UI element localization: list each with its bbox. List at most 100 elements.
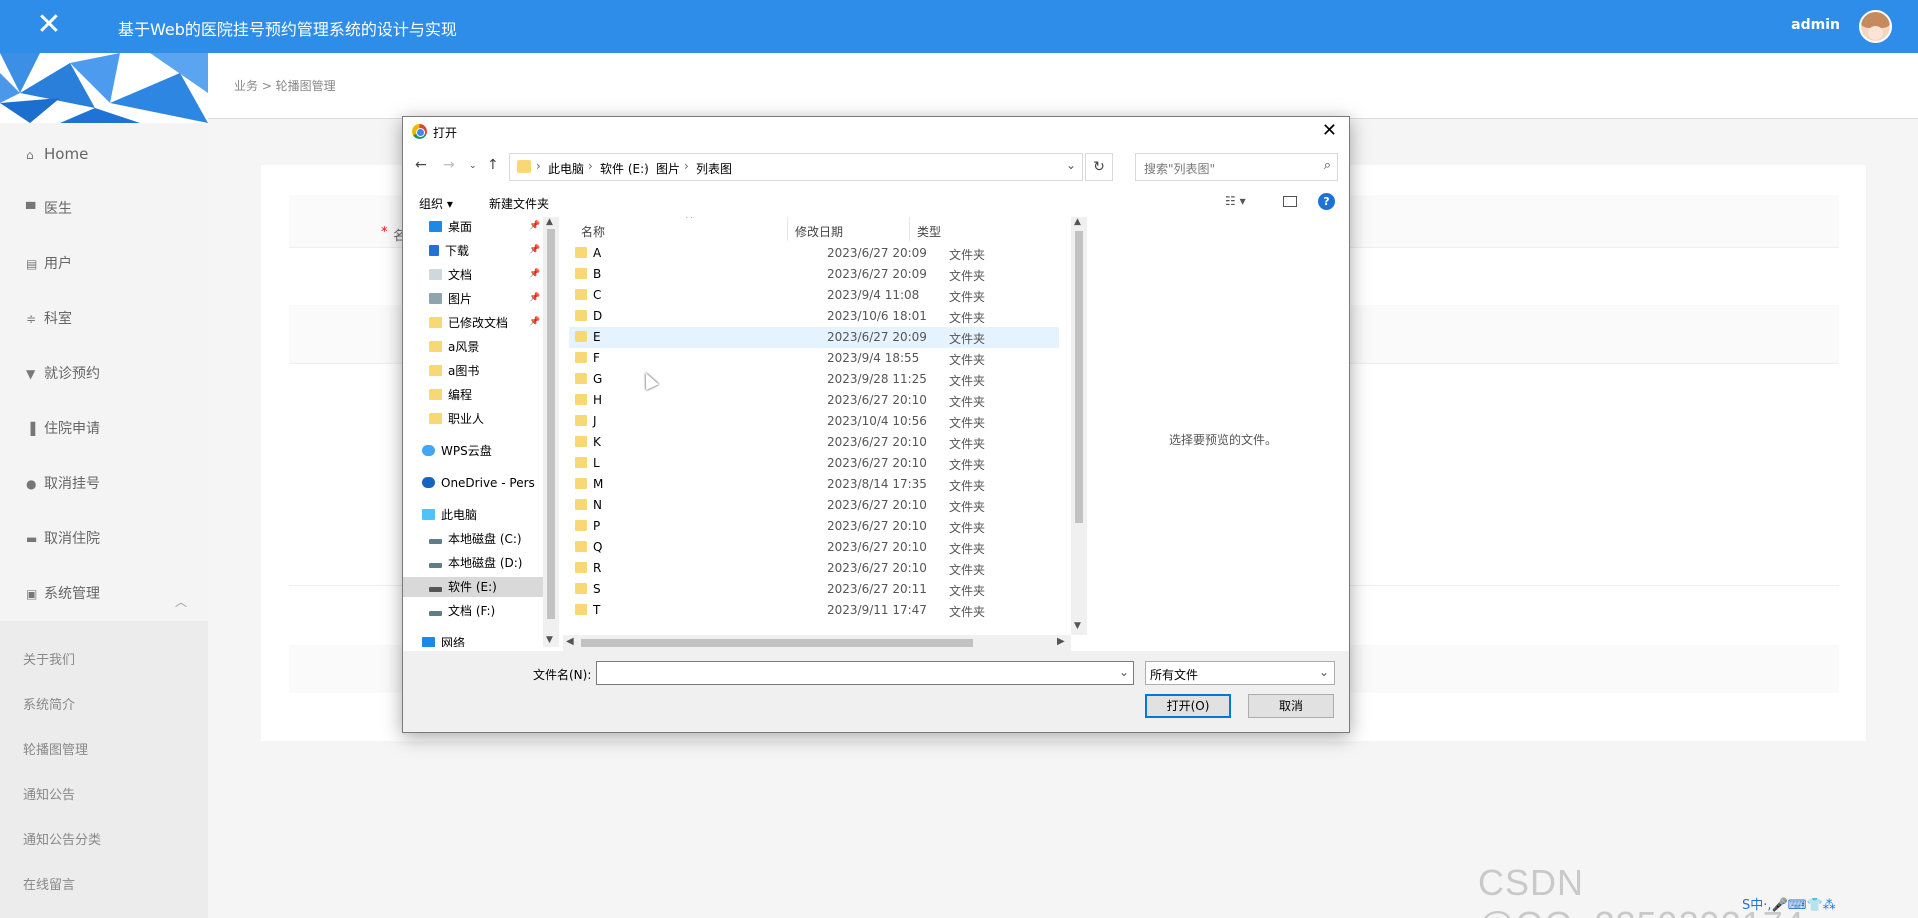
submenu-item-carousel[interactable]: 轮播图管理 bbox=[23, 739, 88, 758]
search-input[interactable]: 搜索"列表图" ⌕ bbox=[1135, 153, 1338, 181]
submenu-item-intro[interactable]: 系统简介 bbox=[23, 694, 75, 713]
path-segment[interactable]: 列表图 bbox=[696, 160, 732, 177]
tree-item-drive-c[interactable]: 本地磁盘 (C:) bbox=[429, 529, 522, 549]
file-row[interactable]: B 2023/6/27 20:09 文件夹 bbox=[569, 264, 1059, 285]
tree-item-career[interactable]: 职业人 bbox=[429, 409, 484, 429]
scroll-down-icon[interactable]: ▼ bbox=[1074, 621, 1081, 631]
pin-icon[interactable]: 📌 bbox=[529, 245, 540, 255]
pin-icon[interactable]: 📌 bbox=[529, 317, 540, 327]
path-segment[interactable]: 图片 bbox=[656, 160, 680, 177]
sidebar-item-appointment[interactable]: ▼ 就诊预约 bbox=[26, 364, 100, 384]
scroll-thumb[interactable] bbox=[1075, 231, 1083, 523]
sidebar-item-hospitalization[interactable]: ▐ 住院申请 bbox=[26, 419, 100, 439]
submenu-item-about[interactable]: 关于我们 bbox=[23, 649, 75, 668]
file-row[interactable]: R 2023/6/27 20:10 文件夹 bbox=[569, 558, 1059, 579]
pin-icon[interactable]: 📌 bbox=[529, 293, 540, 303]
new-folder-button[interactable]: 新建文件夹 bbox=[489, 195, 549, 212]
filename-input[interactable]: ⌄ bbox=[596, 661, 1134, 685]
tree-item-downloads[interactable]: 下载 bbox=[429, 241, 469, 261]
close-icon[interactable]: ✕ bbox=[32, 10, 66, 44]
pin-icon[interactable]: 📌 bbox=[529, 221, 540, 231]
sidebar-item-cancel-hospitalization[interactable]: ▬ 取消住院 bbox=[26, 529, 100, 549]
tree-item-network[interactable]: 网络 bbox=[422, 633, 465, 647]
recent-dropdown-icon[interactable]: ⌄ bbox=[469, 161, 477, 171]
file-row[interactable]: N 2023/6/27 20:10 文件夹 bbox=[569, 495, 1059, 516]
file-name: F bbox=[575, 351, 600, 365]
back-arrow-icon[interactable]: ← bbox=[415, 157, 427, 173]
sidebar-item-home[interactable]: ⌂ Home bbox=[26, 144, 88, 164]
refresh-icon[interactable]: ↻ bbox=[1085, 153, 1113, 181]
tree-item-this-pc[interactable]: 此电脑 bbox=[422, 505, 477, 525]
user-name[interactable]: admin bbox=[1791, 17, 1840, 33]
scroll-right-icon[interactable]: ▶ bbox=[1057, 636, 1065, 647]
column-separator[interactable] bbox=[787, 217, 788, 241]
file-row[interactable]: P 2023/6/27 20:10 文件夹 bbox=[569, 516, 1059, 537]
submenu-item-messages[interactable]: 在线留言 bbox=[23, 874, 75, 893]
file-row[interactable]: F 2023/9/4 18:55 文件夹 bbox=[569, 348, 1059, 369]
open-button[interactable]: 打开(O) bbox=[1145, 694, 1231, 718]
scroll-thumb[interactable] bbox=[547, 229, 555, 619]
submenu-item-notice[interactable]: 通知公告 bbox=[23, 784, 75, 803]
column-header-type[interactable]: 类型 bbox=[917, 223, 941, 240]
tree-scrollbar[interactable]: ▲ ▼ bbox=[543, 217, 559, 647]
column-header-date[interactable]: 修改日期 bbox=[795, 223, 843, 240]
file-row[interactable]: L 2023/6/27 20:10 文件夹 bbox=[569, 453, 1059, 474]
tree-item-pictures[interactable]: 图片 bbox=[429, 289, 472, 309]
help-icon[interactable]: ? bbox=[1318, 193, 1335, 210]
organize-button[interactable]: 组织 ▾ bbox=[419, 195, 453, 212]
tree-item-scenery[interactable]: a风景 bbox=[429, 337, 479, 357]
up-arrow-icon[interactable]: ↑ bbox=[487, 157, 499, 173]
cancel-button[interactable]: 取消 bbox=[1248, 694, 1334, 718]
tree-item-drive-e[interactable]: 软件 (E:) bbox=[403, 577, 543, 597]
dialog-close-icon[interactable]: ✕ bbox=[1322, 120, 1337, 141]
file-row[interactable]: A 2023/6/27 20:09 文件夹 bbox=[569, 243, 1059, 264]
sidebar-item-doctor[interactable]: ▀ 医生 bbox=[26, 199, 72, 219]
tree-item-programming[interactable]: 编程 bbox=[429, 385, 472, 405]
file-row[interactable]: S 2023/6/27 20:11 文件夹 bbox=[569, 579, 1059, 600]
submenu-item-notice-category[interactable]: 通知公告分类 bbox=[23, 829, 101, 848]
file-type-select[interactable]: 所有文件 ⌄ bbox=[1145, 661, 1335, 685]
preview-pane-icon[interactable] bbox=[1283, 196, 1297, 207]
file-row[interactable]: J 2023/10/4 10:56 文件夹 bbox=[569, 411, 1059, 432]
scroll-left-icon[interactable]: ◀ bbox=[566, 636, 574, 647]
sidebar-item-department[interactable]: ≑ 科室 bbox=[26, 309, 72, 329]
pin-icon[interactable]: 📌 bbox=[529, 269, 540, 279]
view-options-icon[interactable]: ☷ ▾ bbox=[1225, 194, 1246, 208]
tree-item-desktop[interactable]: 桌面 bbox=[429, 217, 472, 237]
forward-arrow-icon[interactable]: → bbox=[443, 157, 455, 173]
scroll-down-icon[interactable]: ▼ bbox=[546, 635, 553, 645]
chevron-up-icon[interactable]: ︿ bbox=[175, 593, 187, 610]
address-bar[interactable]: › 此电脑 › 软件 (E:) › 图片 › 列表图 ⌄ bbox=[509, 153, 1083, 181]
scroll-up-icon[interactable]: ▲ bbox=[546, 217, 553, 227]
sidebar-item-user[interactable]: ▤ 用户 bbox=[26, 254, 72, 274]
tree-item-onedrive[interactable]: OneDrive - Pers bbox=[422, 473, 535, 493]
file-list-scrollbar[interactable]: ▲ ▼ bbox=[1071, 217, 1087, 635]
scroll-up-icon[interactable]: ▲ bbox=[1074, 217, 1081, 227]
sidebar-item-cancel-registration[interactable]: ● 取消挂号 bbox=[26, 474, 100, 494]
tree-item-drive-d[interactable]: 本地磁盘 (D:) bbox=[429, 553, 522, 573]
file-row[interactable]: D 2023/10/6 18:01 文件夹 bbox=[569, 306, 1059, 327]
file-row[interactable]: K 2023/6/27 20:10 文件夹 bbox=[569, 432, 1059, 453]
column-header-name[interactable]: 名称 bbox=[581, 223, 605, 240]
file-row[interactable]: C 2023/9/4 11:08 文件夹 bbox=[569, 285, 1059, 306]
file-row[interactable]: Q 2023/6/27 20:10 文件夹 bbox=[569, 537, 1059, 558]
tree-item-documents[interactable]: 文档 bbox=[429, 265, 472, 285]
chevron-down-icon[interactable]: ⌄ bbox=[1119, 665, 1129, 679]
avatar[interactable] bbox=[1859, 10, 1892, 43]
tree-item-modified-docs[interactable]: 已修改文档 bbox=[429, 313, 508, 333]
scroll-thumb[interactable] bbox=[581, 639, 973, 647]
sidebar-item-system[interactable]: ▣ 系统管理 bbox=[26, 584, 100, 604]
file-row[interactable]: H 2023/6/27 20:10 文件夹 bbox=[569, 390, 1059, 411]
tree-item-books[interactable]: a图书 bbox=[429, 361, 479, 381]
path-segment[interactable]: 此电脑 bbox=[548, 160, 584, 177]
chevron-down-icon[interactable]: ⌄ bbox=[1066, 158, 1076, 172]
file-row[interactable]: E 2023/6/27 20:09 文件夹 bbox=[569, 327, 1059, 348]
file-row[interactable]: T 2023/9/11 17:47 文件夹 bbox=[569, 600, 1059, 621]
tree-item-wps-cloud[interactable]: WPS云盘 bbox=[422, 441, 492, 461]
column-separator[interactable] bbox=[909, 217, 910, 241]
file-list-hscrollbar[interactable]: ◀ ▶ bbox=[563, 635, 1071, 651]
tree-item-drive-f[interactable]: 文档 (F:) bbox=[429, 601, 495, 621]
file-row[interactable]: M 2023/8/14 17:35 文件夹 bbox=[569, 474, 1059, 495]
path-segment[interactable]: 软件 (E:) bbox=[600, 160, 649, 177]
ime-toolbar[interactable]: S中·,🎤⌨👕⁂ bbox=[1742, 894, 1836, 913]
